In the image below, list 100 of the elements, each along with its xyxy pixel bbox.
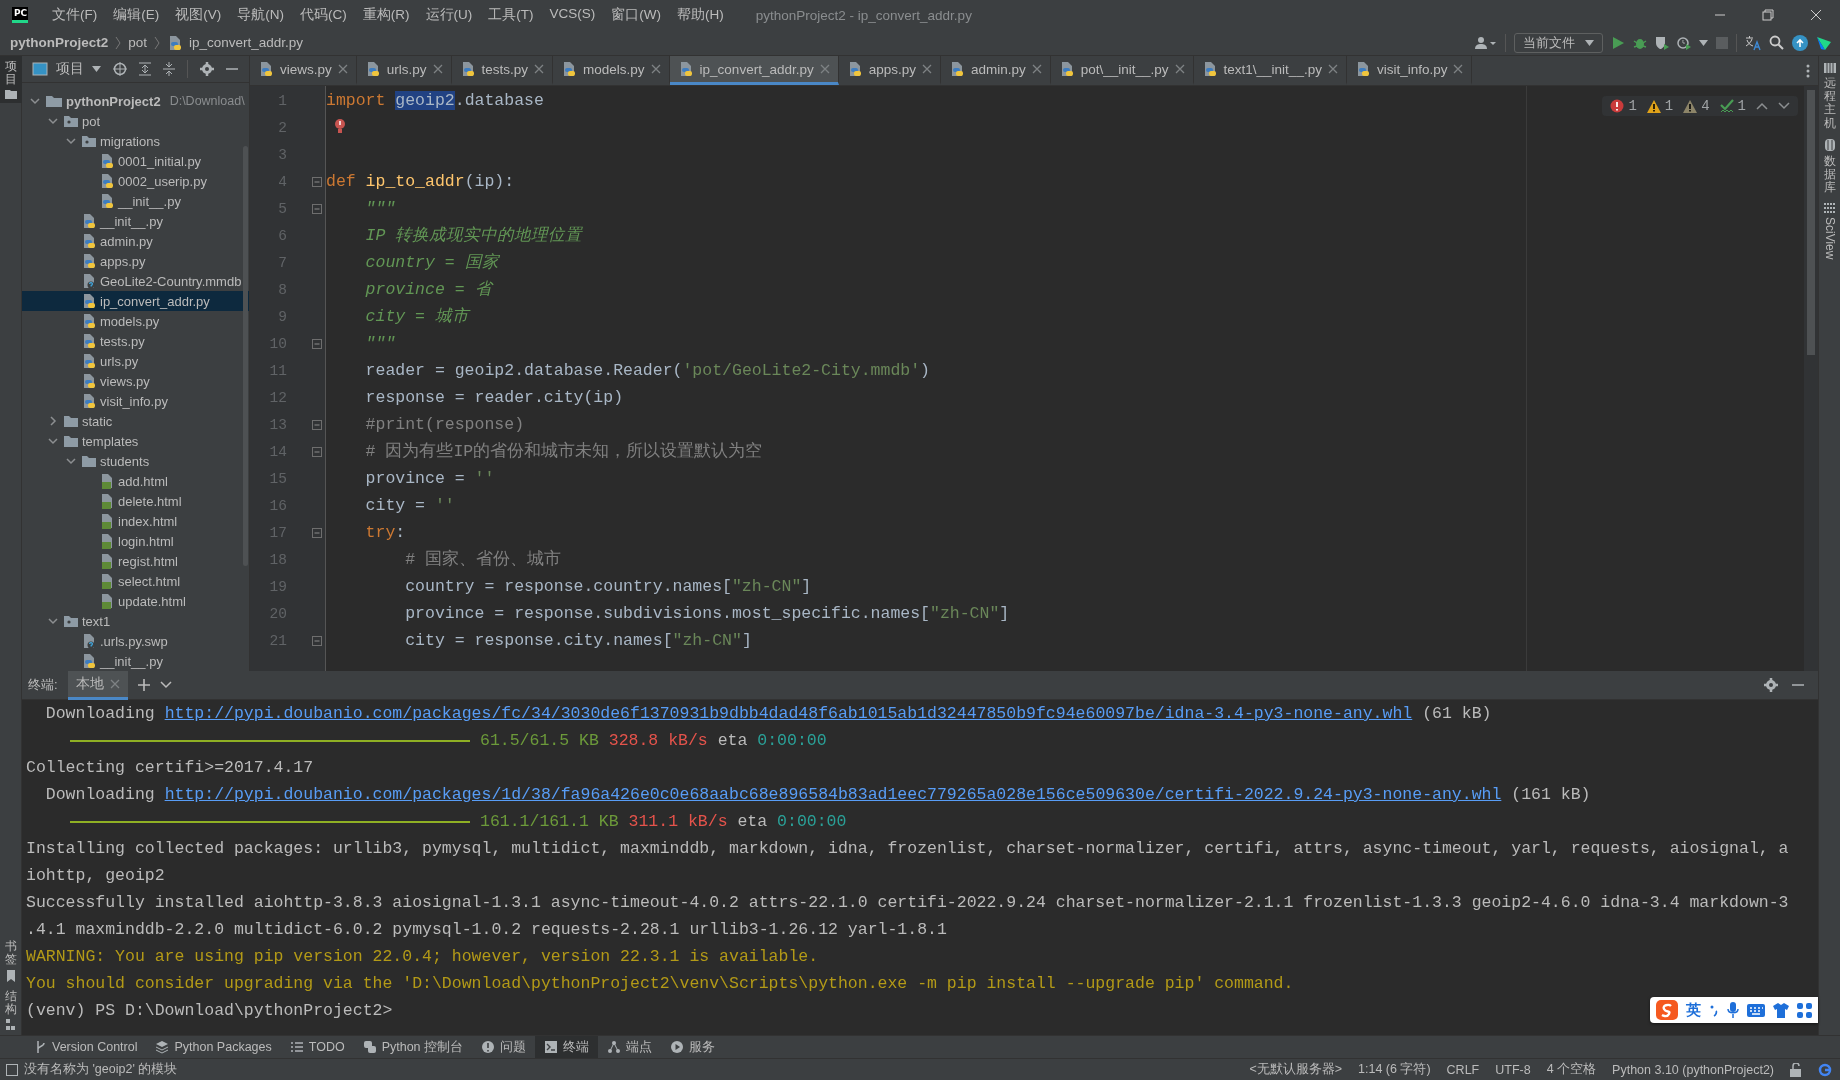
tree-item[interactable]: migrations: [22, 131, 249, 151]
translate-icon[interactable]: [1745, 34, 1761, 51]
status-item[interactable]: <无默认服务器>: [1249, 1061, 1342, 1078]
tree-item[interactable]: update.html: [22, 591, 249, 611]
menu-item[interactable]: 窗口(W): [603, 6, 669, 24]
tool-window-tab[interactable]: 问题: [472, 1036, 536, 1058]
tree-item[interactable]: GeoLite2-Country.mmdb: [22, 271, 249, 291]
status-item[interactable]: UTF-8: [1495, 1062, 1531, 1077]
fold-icon[interactable]: [312, 527, 322, 538]
tree-item[interactable]: text1: [22, 611, 249, 631]
status-item[interactable]: 4 个空格: [1546, 1061, 1597, 1078]
tree-item[interactable]: admin.py: [22, 231, 249, 251]
tree-item[interactable]: students: [22, 451, 249, 471]
tree-item[interactable]: delete.html: [22, 491, 249, 511]
minimize-icon[interactable]: [1792, 683, 1804, 687]
tree-item[interactable]: tests.py: [22, 331, 249, 351]
locate-icon[interactable]: [113, 62, 127, 76]
scrollbar[interactable]: [1807, 90, 1815, 355]
update-icon[interactable]: [1792, 34, 1808, 51]
terminal-link[interactable]: http://pypi.doubanio.com/packages/1d/38/fa96a426e0c0e68aabc68e896584b83ad1eec779265a028e156ce509630e/certifi-2022.9.24-py3-none-any.whl: [164, 781, 1502, 808]
breadcrumb-item[interactable]: pythonProject2: [10, 35, 109, 50]
tree-item[interactable]: urls.py: [22, 351, 249, 371]
menu-item[interactable]: 运行(U): [417, 6, 481, 24]
status-item[interactable]: CRLF: [1446, 1062, 1480, 1077]
editor-tab[interactable]: views.py: [250, 56, 357, 85]
tool-window-tab[interactable]: Python 控制台: [353, 1036, 473, 1058]
menu-item[interactable]: VCS(S): [541, 6, 604, 24]
tree-item[interactable]: add.html: [22, 471, 249, 491]
editor-tab[interactable]: pot\__init__.py: [1050, 56, 1194, 85]
clock-icon[interactable]: [1677, 35, 1691, 50]
tool-window-button[interactable]: 远程主机: [1818, 58, 1840, 134]
lock-icon[interactable]: [1790, 1062, 1802, 1077]
breadcrumb-item[interactable]: pot: [128, 35, 148, 50]
editor-tab[interactable]: urls.py: [356, 56, 452, 85]
tool-window-tab[interactable]: 端点: [598, 1036, 662, 1058]
fold-icon[interactable]: [312, 446, 322, 457]
inspection-count[interactable]: 1: [1719, 98, 1746, 114]
scrollbar[interactable]: [243, 146, 248, 566]
fold-icon[interactable]: [312, 338, 322, 349]
add-icon[interactable]: [137, 679, 150, 691]
status-item[interactable]: Python 3.10 (pythonProject2): [1612, 1062, 1774, 1077]
tool-window-tab[interactable]: 服务: [661, 1036, 725, 1058]
tool-window-button[interactable]: 书签: [0, 936, 22, 986]
tool-window-tab[interactable]: 终端: [535, 1036, 599, 1058]
tree-item[interactable]: select.html: [22, 571, 249, 591]
terminal-link[interactable]: http://pypi.doubanio.com/packages/fc/34/3030de6f1370931b9dbb4dad48f6ab1015ab1d32447850b9fc94e60097be/idna-3.4-py3-none-any.whl: [164, 700, 1413, 727]
fold-icon[interactable]: [312, 203, 322, 214]
tree-item[interactable]: index.html: [22, 511, 249, 531]
editor-tab[interactable]: models.py: [553, 56, 670, 85]
chevron-down-icon[interactable]: [1778, 102, 1790, 110]
tree-item[interactable]: models.py: [22, 311, 249, 331]
tool-window-button[interactable]: 结构: [0, 985, 22, 1035]
chevron-up-icon[interactable]: [1756, 102, 1768, 110]
tree-item[interactable]: views.py: [22, 371, 249, 391]
fold-icon[interactable]: [312, 419, 322, 430]
tree-item[interactable]: 0001_initial.py: [22, 151, 249, 171]
inspection-count[interactable]: 1: [1610, 98, 1637, 114]
menu-item[interactable]: 代码(C): [292, 6, 355, 24]
tool-window-tab[interactable]: TODO: [280, 1036, 354, 1058]
settings-icon[interactable]: [1764, 678, 1778, 692]
chevron-down-icon[interactable]: [159, 681, 172, 689]
tree-item[interactable]: pythonProject2 D:\Download\: [22, 91, 249, 111]
editor-tab[interactable]: visit_info.py: [1346, 56, 1473, 85]
menu-item[interactable]: 编辑(E): [105, 6, 168, 24]
tool-window-button[interactable]: SciView: [1818, 198, 1840, 264]
fold-icon[interactable]: [312, 176, 322, 187]
fold-icon[interactable]: [312, 635, 322, 646]
tool-window-tab[interactable]: Python Packages: [146, 1036, 281, 1058]
tree-item[interactable]: __init__.py: [22, 211, 249, 231]
tree-item[interactable]: templates: [22, 431, 249, 451]
tree-item[interactable]: regist.html: [22, 551, 249, 571]
user-icon[interactable]: [1475, 35, 1497, 50]
terminal-tab[interactable]: 本地: [67, 670, 128, 700]
tool-window-button[interactable]: 数据库: [1818, 133, 1840, 199]
menu-item[interactable]: 文件(F): [44, 6, 106, 24]
tree-item[interactable]: visit_info.py: [22, 391, 249, 411]
shield-icon[interactable]: [1655, 35, 1669, 50]
tree-item[interactable]: .urls.py.swp: [22, 631, 249, 651]
tree-item[interactable]: __init__.py: [22, 651, 249, 671]
breadcrumb-item[interactable]: ip_convert_addr.py: [189, 35, 304, 50]
tree-item[interactable]: ip_convert_addr.py: [22, 291, 249, 311]
tool-window-button[interactable]: 项目: [0, 56, 22, 104]
search-icon[interactable]: [1769, 35, 1784, 50]
run-icon[interactable]: [1611, 35, 1625, 50]
settings-icon[interactable]: [200, 62, 214, 76]
tree-item[interactable]: login.html: [22, 531, 249, 551]
status-item[interactable]: 1:14 (6 字符): [1358, 1061, 1431, 1078]
tree-item[interactable]: static: [22, 411, 249, 431]
expand-all-icon[interactable]: [139, 62, 151, 76]
input-mode-text[interactable]: 英: [1686, 1000, 1701, 1020]
editor-tab[interactable]: ip_convert_addr.py: [669, 56, 839, 85]
minimize-icon[interactable]: [226, 67, 238, 71]
restore-icon[interactable]: [1762, 9, 1774, 21]
toolbox-icon[interactable]: [1816, 34, 1832, 51]
tree-item[interactable]: apps.py: [22, 251, 249, 271]
tree-item[interactable]: __init__.py: [22, 191, 249, 211]
menu-item[interactable]: 导航(N): [229, 6, 292, 24]
menu-item[interactable]: 帮助(H): [669, 6, 732, 24]
bulb-icon[interactable]: [334, 118, 346, 134]
menu-item[interactable]: 重构(R): [354, 6, 418, 24]
